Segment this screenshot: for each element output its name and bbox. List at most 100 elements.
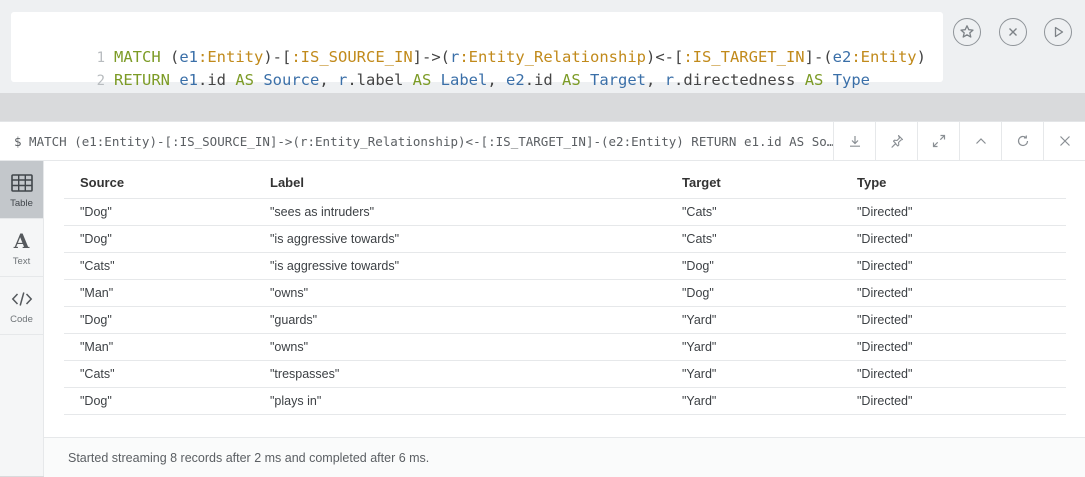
code-token: AS <box>804 71 833 89</box>
code-token: .label <box>347 71 413 89</box>
table-icon <box>10 173 33 193</box>
table-cell: "Directed" <box>841 252 1066 280</box>
code-icon <box>10 289 33 309</box>
line-number: 2 <box>96 73 105 89</box>
table-cell: "Directed" <box>841 360 1066 388</box>
code-token: Label <box>440 71 488 89</box>
code-token: .id <box>524 71 563 89</box>
table-cell: "Yard" <box>666 387 841 415</box>
table-cell: "Yard" <box>666 360 841 388</box>
table-cell: "Directed" <box>841 333 1066 361</box>
table-cell: "Directed" <box>841 198 1066 226</box>
code-token: , <box>487 71 507 89</box>
code-token: .id <box>198 71 236 89</box>
code-token: RETURN <box>114 71 180 89</box>
table-header-row: Source Label Target Type <box>64 166 1066 199</box>
clear-editor-button[interactable] <box>999 18 1027 46</box>
favorite-button[interactable] <box>953 18 981 46</box>
column-header: Type <box>841 166 1066 199</box>
code-token: r <box>338 71 348 89</box>
code-token: e2 <box>506 71 525 89</box>
table-row: "Dog" "sees as intruders" "Cats" "Directed" <box>64 198 1066 226</box>
table-row: "Cats" "is aggressive towards" "Dog" "Direc… <box>64 252 1066 280</box>
run-query-button[interactable] <box>1044 18 1072 46</box>
table-cell: "Man" <box>64 333 254 361</box>
column-header: Source <box>64 166 254 199</box>
view-sidebar: Table A Text Code <box>0 161 44 476</box>
code-token: , <box>319 71 338 89</box>
frame-query-title[interactable]: $ MATCH (e1:Entity)-[:IS_SOURCE_IN]->(r:… <box>14 122 839 160</box>
rerun-button[interactable] <box>1001 122 1043 160</box>
code-token: .directedness <box>674 71 805 89</box>
table-cell: "Directed" <box>841 387 1066 415</box>
view-tab-label: Table <box>10 198 33 209</box>
table-cell: "Dog" <box>666 252 841 280</box>
table-cell: "Dog" <box>64 306 254 334</box>
table-cell: "Cats" <box>64 252 254 280</box>
expand-icon <box>932 134 945 148</box>
collapse-up-icon <box>975 138 986 144</box>
table-row: "Dog" "plays in" "Yard" "Directed" <box>64 387 1066 415</box>
table-cell: "Yard" <box>666 333 841 361</box>
close-icon <box>1059 136 1070 146</box>
status-bar: Started streaming 8 records after 2 ms a… <box>44 437 1085 477</box>
table-row: "Dog" "is aggressive towards" "Cats" "Direc… <box>64 225 1066 253</box>
code-token: , <box>646 71 665 89</box>
table-cell: "Directed" <box>841 279 1066 307</box>
play-icon <box>1054 26 1064 38</box>
query-editor[interactable]: 1 MATCH (e1:Entity)-[:IS_SOURCE_IN]->(r:E… <box>11 12 943 89</box>
fullscreen-button[interactable] <box>917 122 959 160</box>
table-row: "Man" "owns" "Dog" "Directed" <box>64 279 1066 307</box>
pin-icon <box>890 134 903 148</box>
code-token: AS <box>412 71 441 89</box>
code-token: r <box>664 71 675 89</box>
column-header: Label <box>254 166 666 199</box>
table-cell: "guards" <box>254 306 666 334</box>
table-row: "Dog" "guards" "Yard" "Directed" <box>64 306 1066 334</box>
close-frame-button[interactable] <box>1043 122 1085 160</box>
view-tab-table[interactable]: Table <box>0 161 43 219</box>
table-row: "Man" "owns" "Yard" "Directed" <box>64 333 1066 361</box>
view-tab-label: Text <box>12 256 31 267</box>
table-cell: "Cats" <box>666 225 841 253</box>
table-cell: "Directed" <box>841 225 1066 253</box>
result-table-container: Source Label Target Type "Dog" "sees as i… <box>64 166 1066 415</box>
code-token: AS <box>562 71 591 89</box>
code-token: Target <box>590 71 647 89</box>
close-circle-icon <box>1009 28 1017 36</box>
table-cell: "sees as intruders" <box>254 198 666 226</box>
column-header: Target <box>666 166 841 199</box>
code-token: e1 <box>179 71 198 89</box>
table-cell: "Dog" <box>64 387 254 415</box>
table-cell: "Dog" <box>666 279 841 307</box>
status-message: Started streaming 8 records after 2 ms a… <box>68 451 430 465</box>
rerun-icon <box>1017 135 1028 147</box>
code-token: AS <box>235 71 264 89</box>
table-cell: "is aggressive towards" <box>254 225 666 253</box>
download-button[interactable] <box>833 122 875 160</box>
table-cell: "Cats" <box>64 360 254 388</box>
frame-toolbar <box>833 122 1085 160</box>
frame-header: $ MATCH (e1:Entity)-[:IS_SOURCE_IN]->(r:… <box>0 122 1085 161</box>
table-cell: "Dog" <box>64 225 254 253</box>
result-frame: $ MATCH (e1:Entity)-[:IS_SOURCE_IN]->(r:… <box>0 121 1085 477</box>
table-cell: "is aggressive towards" <box>254 252 666 280</box>
table-cell: "Directed" <box>841 306 1066 334</box>
table-cell: "Cats" <box>666 198 841 226</box>
table-cell: "owns" <box>254 279 666 307</box>
pin-button[interactable] <box>875 122 917 160</box>
table-cell: "Yard" <box>666 306 841 334</box>
code-token: ) <box>916 48 926 66</box>
result-table: Source Label Target Type "Dog" "sees as i… <box>64 166 1066 415</box>
download-icon <box>849 136 860 147</box>
table-cell: "trespasses" <box>254 360 666 388</box>
table-cell: "Man" <box>64 279 254 307</box>
code-line-1[interactable]: 1 MATCH (e1:Entity)-[:IS_SOURCE_IN]->(r:E… <box>11 24 926 66</box>
table-cell: "Dog" <box>64 198 254 226</box>
view-tab-code[interactable]: Code <box>0 277 43 335</box>
code-line-2-text[interactable]: RETURN e1.id AS Source, r.label AS Label… <box>114 71 870 89</box>
view-tab-text[interactable]: A Text <box>0 219 43 277</box>
table-row: "Cats" "trespasses" "Yard" "Directed" <box>64 360 1066 388</box>
code-line-2[interactable]: 2 RETURN e1.id AS Source, r.label AS Labe… <box>11 47 870 89</box>
collapse-button[interactable] <box>959 122 1001 160</box>
